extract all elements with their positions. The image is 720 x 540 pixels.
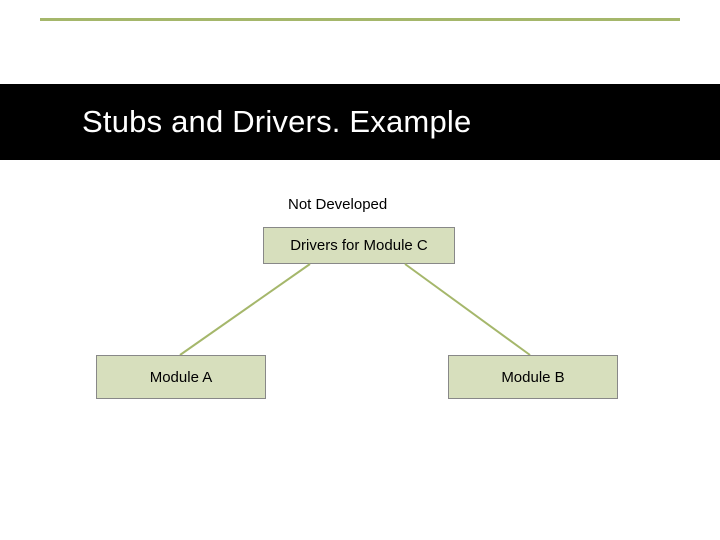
not-developed-label: Not Developed xyxy=(288,196,387,213)
slide-title: Stubs and Drivers. Example xyxy=(82,84,471,160)
driver-module-c-box: Drivers for Module C xyxy=(263,227,455,264)
title-band: Stubs and Drivers. Example xyxy=(0,84,720,160)
driver-module-c-label: Drivers for Module C xyxy=(290,237,428,254)
connector-lines xyxy=(0,0,720,540)
top-rule xyxy=(40,18,680,21)
module-b-box: Module B xyxy=(448,355,618,399)
module-a-box: Module A xyxy=(96,355,266,399)
module-a-label: Module A xyxy=(150,369,213,386)
module-b-label: Module B xyxy=(501,369,564,386)
